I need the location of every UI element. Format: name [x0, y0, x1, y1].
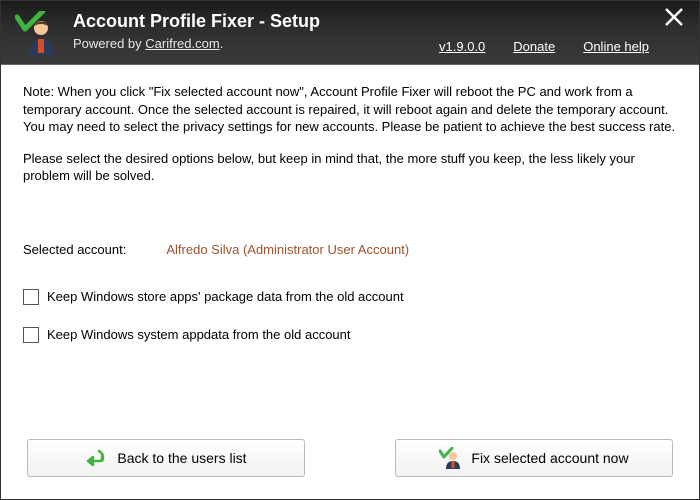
close-icon: [663, 6, 685, 28]
app-icon: [15, 11, 59, 55]
donate-link[interactable]: Donate: [513, 39, 555, 54]
button-row: Back to the users list Fix selected acco…: [23, 439, 677, 483]
back-button[interactable]: Back to the users list: [27, 439, 305, 477]
checkbox-box: [23, 289, 39, 305]
note-text: Note: When you click "Fix selected accou…: [23, 83, 677, 199]
selected-account-label: Selected account:: [23, 241, 126, 259]
close-button[interactable]: [663, 6, 687, 30]
selected-account-value: Alfredo Silva (Administrator User Accoun…: [166, 241, 409, 259]
header-text: Account Profile Fixer - Setup Powered by…: [73, 9, 320, 51]
fix-user-icon: [439, 447, 461, 469]
version-link[interactable]: v1.9.0.0: [439, 39, 485, 54]
powered-by: Powered by Carifred.com.: [73, 36, 320, 51]
app-window: Account Profile Fixer - Setup Powered by…: [0, 0, 700, 500]
back-button-label: Back to the users list: [117, 449, 246, 468]
fix-button-label: Fix selected account now: [471, 449, 628, 468]
content-area: Note: When you click "Fix selected accou…: [1, 65, 699, 499]
online-help-link[interactable]: Online help: [583, 39, 649, 54]
keep-store-apps-label: Keep Windows store apps' package data fr…: [47, 288, 404, 306]
fix-button[interactable]: Fix selected account now: [395, 439, 673, 477]
selected-account-row: Selected account: Alfredo Silva (Adminis…: [23, 241, 677, 259]
powered-link[interactable]: Carifred.com: [145, 36, 219, 51]
back-arrow-icon: [85, 447, 107, 469]
header-links: v1.9.0.0 Donate Online help: [439, 39, 649, 54]
keep-appdata-checkbox[interactable]: Keep Windows system appdata from the old…: [23, 326, 677, 344]
checkbox-box: [23, 327, 39, 343]
keep-appdata-label: Keep Windows system appdata from the old…: [47, 326, 351, 344]
title-bar: Account Profile Fixer - Setup Powered by…: [1, 1, 699, 65]
app-title: Account Profile Fixer - Setup: [73, 11, 320, 32]
keep-store-apps-checkbox[interactable]: Keep Windows store apps' package data fr…: [23, 288, 677, 306]
note-para-2: Please select the desired options below,…: [23, 150, 677, 185]
note-para-1: Note: When you click "Fix selected accou…: [23, 83, 677, 136]
